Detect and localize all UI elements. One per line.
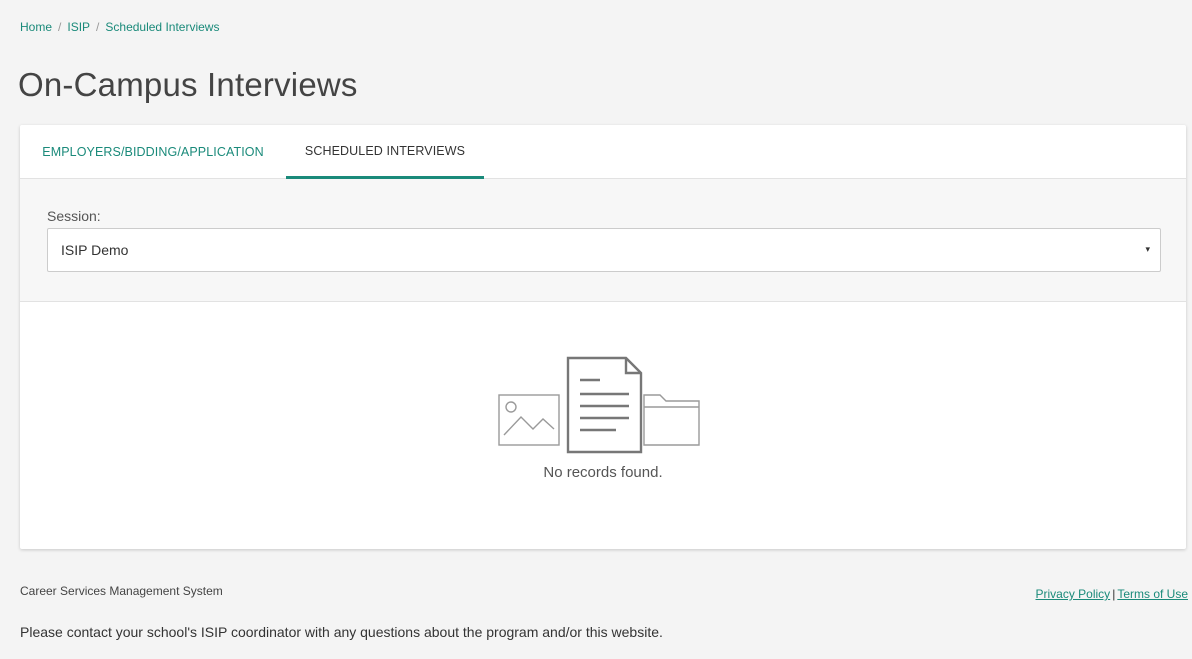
- breadcrumb-scheduled-interviews[interactable]: Scheduled Interviews: [105, 20, 219, 34]
- tab-bar: EMPLOYERS/BIDDING/APPLICATION SCHEDULED …: [20, 125, 1186, 179]
- footer-links: Privacy Policy | Terms of Use: [1036, 587, 1189, 601]
- document-icon: [566, 356, 643, 454]
- image-icon: [498, 394, 560, 446]
- terms-of-use-link[interactable]: Terms of Use: [1117, 587, 1188, 601]
- tab-scheduled-interviews[interactable]: SCHEDULED INTERVIEWS: [286, 125, 484, 179]
- privacy-policy-link[interactable]: Privacy Policy: [1036, 587, 1111, 601]
- session-select[interactable]: ISIP Demo ▾: [47, 228, 1161, 272]
- breadcrumb-home[interactable]: Home: [20, 20, 52, 34]
- footer-system-name: Career Services Management System: [20, 584, 223, 598]
- session-filter-panel: Session: ISIP Demo ▾: [20, 179, 1186, 302]
- breadcrumb-separator: /: [96, 20, 100, 34]
- empty-state: No records found.: [20, 302, 1186, 548]
- session-label: Session:: [47, 208, 101, 224]
- interviews-card: EMPLOYERS/BIDDING/APPLICATION SCHEDULED …: [20, 125, 1186, 549]
- folder-icon: [643, 394, 700, 446]
- footer-note: Please contact your school's ISIP coordi…: [20, 624, 663, 640]
- breadcrumb-isip[interactable]: ISIP: [67, 20, 90, 34]
- chevron-down-icon: ▾: [1145, 244, 1150, 254]
- page-title: On-Campus Interviews: [18, 66, 358, 103]
- tab-employers-bidding-application[interactable]: EMPLOYERS/BIDDING/APPLICATION: [20, 125, 286, 179]
- empty-state-illustration: [498, 356, 700, 454]
- breadcrumb: Home / ISIP / Scheduled Interviews: [20, 20, 219, 34]
- empty-state-message: No records found.: [543, 464, 663, 481]
- session-select-value: ISIP Demo: [61, 242, 129, 258]
- breadcrumb-separator: /: [58, 20, 62, 34]
- footer-link-divider: |: [1112, 587, 1116, 601]
